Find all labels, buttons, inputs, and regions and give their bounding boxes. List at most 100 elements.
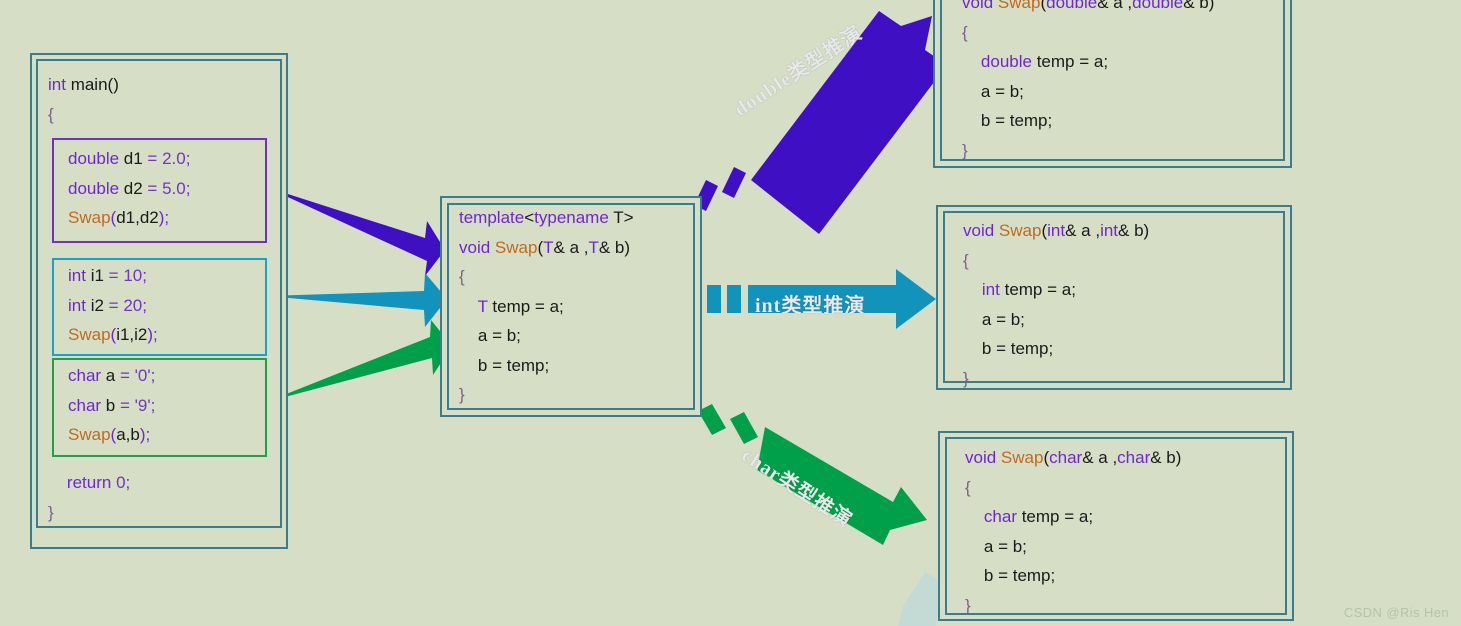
code-token: & a , [1065, 221, 1101, 240]
code-token: return [66, 473, 112, 492]
code-token: b = temp; [965, 566, 1056, 585]
code-token: 10 [123, 266, 143, 285]
code-line: double d2 = 5.0; [68, 174, 265, 204]
code-token: char [983, 507, 1017, 526]
code-token: i1 [85, 266, 109, 285]
code-token: d2 [119, 178, 148, 198]
main-block-double: double d1 = 2.0; double d2 = 5.0; Swap(d… [52, 138, 267, 243]
code-line: a = b; [459, 321, 699, 351]
main-function-code: int main() { [48, 70, 283, 129]
code-token: { [962, 22, 968, 42]
code-line: { [965, 473, 1295, 503]
code-token: = [119, 366, 130, 385]
code-line: b = temp; [962, 106, 1292, 136]
code-token: void [965, 448, 997, 467]
code-token: Swap [68, 208, 111, 227]
code-line: Swap(i1,i2); [68, 320, 265, 350]
double-instance-code: void Swap(double& a ,double& b) { double… [962, 0, 1292, 165]
main-function-tail: return 0; } [48, 468, 278, 527]
code-line: b = temp; [965, 561, 1295, 591]
code-token: } [48, 502, 54, 522]
code-token: } [963, 368, 969, 388]
code-token: ); [158, 208, 170, 227]
code-token: & b) [1183, 0, 1215, 12]
code-token: a = b; [965, 536, 1027, 556]
code-line: { [963, 246, 1293, 276]
code-line: char b = '9'; [68, 391, 265, 421]
code-token: b = temp; [963, 339, 1054, 358]
code-token: { [965, 477, 971, 497]
code-line: { [459, 262, 699, 292]
code-line: void Swap(double& a ,double& b) [962, 0, 1292, 18]
template-function-code: template<typename T> void Swap(T& a ,T& … [459, 203, 699, 410]
watermark: CSDN @Ris Hen [1343, 605, 1449, 620]
code-token: i1,i2 [116, 325, 148, 344]
code-token: = [108, 266, 119, 285]
code-line: void Swap(T& a ,T& b) [459, 233, 699, 263]
code-line: template<typename T> [459, 203, 699, 233]
code-token: ); [139, 425, 151, 444]
code-line: char temp = a; [965, 502, 1295, 532]
code-token: char [1117, 448, 1151, 467]
code-token: Swap [998, 221, 1042, 240]
code-token: temp = a; [1016, 507, 1094, 526]
code-token: '9' [134, 395, 151, 415]
code-line: } [962, 136, 1292, 166]
code-line: b = temp; [963, 334, 1293, 364]
code-token: ; [150, 395, 156, 415]
code-line: void Swap(char& a ,char& b) [965, 443, 1295, 473]
code-token: ); [147, 325, 158, 344]
code-token: char [68, 366, 102, 385]
code-token: temp = a; [999, 280, 1076, 299]
code-token: Swap [494, 237, 538, 257]
code-token: int [1100, 221, 1119, 240]
code-line: { [962, 18, 1292, 48]
code-token: T [543, 237, 554, 257]
code-line: double temp = a; [962, 47, 1292, 77]
code-token: T> [608, 208, 634, 227]
code-token: int [68, 266, 86, 285]
code-token: { [963, 250, 969, 270]
code-token: i2 [85, 295, 109, 315]
code-token: } [962, 140, 968, 160]
code-token: Swap [997, 0, 1041, 12]
code-token: double [1046, 0, 1098, 12]
code-token: main() [65, 75, 119, 94]
code-token: { [48, 104, 54, 124]
code-token: ; [142, 295, 147, 315]
char-instance-code: void Swap(char& a ,char& b) { char temp … [965, 443, 1295, 620]
code-token: a = b; [459, 326, 521, 345]
code-token: char [1049, 448, 1083, 467]
code-line: char a = '0'; [68, 361, 265, 391]
code-token: temp = a; [1031, 52, 1109, 71]
code-line: } [459, 380, 699, 410]
code-token: int [68, 295, 86, 315]
arrow-main-double-to-template [266, 187, 445, 276]
code-line: } [963, 364, 1293, 394]
code-token: void [962, 0, 994, 12]
code-line: a = b; [965, 532, 1295, 562]
code-line: int i1 = 10; [68, 261, 265, 291]
code-token: double [68, 149, 120, 168]
code-token: 20 [123, 295, 143, 315]
code-line: int temp = a; [963, 275, 1293, 305]
code-token: b [101, 395, 120, 415]
code-line: { [48, 100, 283, 130]
code-token: void [459, 237, 491, 257]
code-token: b = temp; [962, 111, 1053, 130]
code-token: T [477, 296, 488, 316]
code-token: a,b [116, 425, 140, 444]
code-line: int main() [48, 70, 283, 100]
code-token: void [963, 221, 995, 240]
code-token: & b) [598, 237, 631, 257]
code-token: = [147, 178, 158, 198]
code-token: typename [534, 208, 609, 227]
arrow-main-int-to-template [266, 273, 447, 327]
code-line: return 0; [48, 468, 278, 498]
code-line: void Swap(int& a ,int& b) [963, 216, 1293, 246]
code-token: double [68, 178, 120, 198]
code-token: < [524, 208, 535, 227]
